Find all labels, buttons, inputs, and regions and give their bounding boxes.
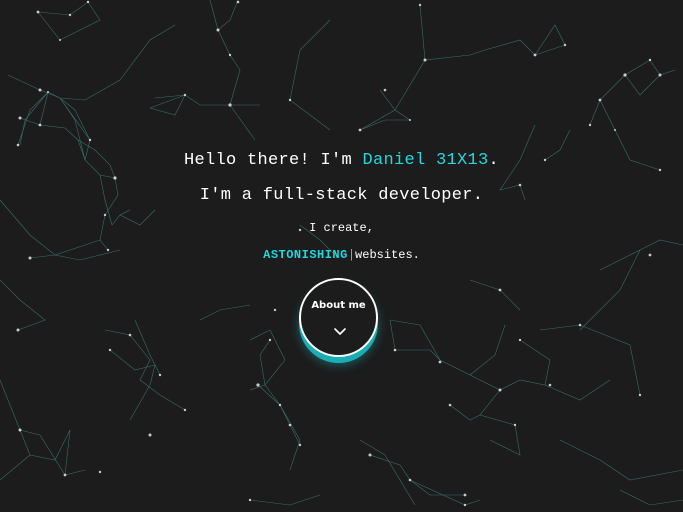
about-me-button[interactable]: About me [299, 278, 378, 357]
websites-text: websites. [355, 248, 420, 262]
typed-word: ASTONISHING [263, 248, 348, 262]
create-line: I create, [309, 221, 374, 235]
greeting-prefix: Hello there! I'm [183, 151, 363, 170]
typing-caret: | [347, 248, 356, 262]
greeting-line: Hello there! I'm Daniel 31X13. [0, 151, 683, 170]
developer-name: Daniel 31X13 [362, 151, 489, 170]
about-me-label: About me [311, 300, 366, 311]
landing-page: Hello there! I'm Daniel 31X13. I'm a ful… [0, 0, 683, 512]
role-line: I'm a full-stack developer. [199, 186, 484, 205]
typewriter-line: ASTONISHING|websites. [0, 248, 683, 262]
greeting-suffix: . [488, 151, 500, 170]
chevron-down-icon [334, 328, 346, 335]
